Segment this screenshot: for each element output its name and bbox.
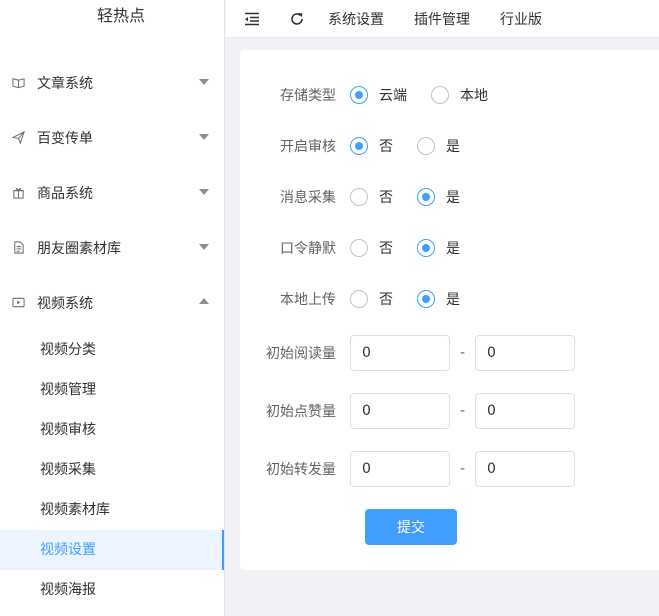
radio-upload-no[interactable]: 否: [350, 289, 393, 309]
collapse-menu-icon[interactable]: [243, 10, 261, 28]
document-icon: [11, 241, 25, 255]
nav-link-industry-edition[interactable]: 行业版: [500, 9, 542, 29]
sidebar-item-label: 视频系统: [37, 295, 93, 312]
radio-collect-yes[interactable]: 是: [417, 187, 460, 207]
nav-link-plugin-manage[interactable]: 插件管理: [414, 9, 470, 29]
sidebar-item-video-system[interactable]: 视频系统: [0, 275, 224, 330]
radio-circle: [350, 290, 368, 308]
chevron-down-icon: [199, 134, 209, 140]
book-icon: [11, 76, 25, 90]
sidebar-subitem-video-manage[interactable]: 视频管理: [0, 370, 224, 410]
sidebar-item-label: 文章系统: [37, 75, 93, 92]
sidebar-subitem-video-collect[interactable]: 视频采集: [0, 450, 224, 490]
form-label: 初始点赞量: [266, 404, 336, 420]
radio-circle: [350, 86, 368, 104]
sidebar-subitem-video-library[interactable]: 视频素材库: [0, 490, 224, 530]
radio-circle: [417, 188, 435, 206]
sidebar-subitem-video-settings[interactable]: 视频设置: [0, 530, 224, 570]
form-row-enable-review: 开启审核 否 是: [240, 136, 460, 156]
refresh-icon[interactable]: [288, 10, 306, 28]
radio-storage-local[interactable]: 本地: [431, 85, 488, 105]
radio-label: 本地: [460, 88, 488, 104]
radio-label: 否: [379, 241, 393, 257]
app-logo: 轻热点: [96, 6, 145, 25]
video-submenu: 视频分类 视频管理 视频审核 视频采集 视频素材库 视频设置 视频海报: [0, 330, 224, 610]
settings-form-card: 存储类型 云端 本地 开启审核 否 是 消息采集 否 是 口令静默 否 是 本地…: [240, 50, 659, 570]
radio-silent-yes[interactable]: 是: [417, 238, 460, 258]
sidebar-item-flyers[interactable]: 百变传单: [0, 110, 224, 165]
sidebar-subitem-video-poster[interactable]: 视频海报: [0, 570, 224, 610]
radio-storage-cloud[interactable]: 云端: [350, 85, 407, 105]
form-row-message-collect: 消息采集 否 是: [240, 187, 460, 207]
sidebar: 轻热点 文章系统 百变传单 商品系统 朋友圈素材库 视频系统 视频分类 视频管理…: [0, 0, 225, 616]
sidebar-subitem-video-review[interactable]: 视频审核: [0, 410, 224, 450]
form-label: 开启审核: [280, 139, 336, 155]
sidebar-subitem-video-category[interactable]: 视频分类: [0, 330, 224, 370]
form-label: 初始转发量: [266, 462, 336, 478]
gift-icon: [11, 186, 25, 200]
sidebar-menu: 文章系统 百变传单 商品系统 朋友圈素材库 视频系统 视频分类 视频管理 视频审…: [0, 55, 224, 610]
sidebar-item-products[interactable]: 商品系统: [0, 165, 224, 220]
range-separator: -: [459, 345, 466, 361]
radio-label: 云端: [379, 88, 407, 104]
submit-button[interactable]: 提交: [365, 509, 457, 545]
radio-circle: [417, 290, 435, 308]
chevron-down-icon: [199, 189, 209, 195]
radio-circle: [350, 137, 368, 155]
form-row-password-silent: 口令静默 否 是: [240, 238, 460, 258]
range-separator: -: [459, 461, 466, 477]
radio-collect-no[interactable]: 否: [350, 187, 393, 207]
sidebar-item-label: 商品系统: [37, 185, 93, 202]
init-like-max-input[interactable]: [475, 393, 575, 429]
init-like-min-input[interactable]: [350, 393, 450, 429]
form-label: 本地上传: [280, 292, 336, 308]
radio-circle: [417, 137, 435, 155]
form-label: 初始阅读量: [266, 346, 336, 362]
form-row-init-like: 初始点赞量 -: [240, 393, 575, 429]
radio-circle: [350, 188, 368, 206]
chevron-down-icon: [199, 79, 209, 85]
radio-circle: [431, 86, 449, 104]
radio-circle: [350, 239, 368, 257]
init-read-max-input[interactable]: [475, 335, 575, 371]
form-label: 口令静默: [280, 241, 336, 257]
video-icon: [11, 296, 25, 310]
form-row-init-read: 初始阅读量 -: [240, 335, 575, 371]
paper-plane-icon: [11, 131, 25, 145]
init-read-min-input[interactable]: [350, 335, 450, 371]
init-share-max-input[interactable]: [475, 451, 575, 487]
radio-upload-yes[interactable]: 是: [417, 289, 460, 309]
init-share-min-input[interactable]: [350, 451, 450, 487]
nav-link-system-settings[interactable]: 系统设置: [328, 9, 384, 29]
form-row-init-share: 初始转发量 -: [240, 451, 575, 487]
radio-review-yes[interactable]: 是: [417, 136, 460, 156]
sidebar-item-moments-library[interactable]: 朋友圈素材库: [0, 220, 224, 275]
radio-label: 否: [379, 139, 393, 155]
radio-silent-no[interactable]: 否: [350, 238, 393, 258]
top-navbar: 系统设置 插件管理 行业版: [226, 0, 659, 38]
radio-label: 是: [446, 139, 460, 155]
radio-circle: [417, 239, 435, 257]
form-label: 存储类型: [280, 88, 336, 104]
radio-label: 是: [446, 292, 460, 308]
radio-label: 是: [446, 241, 460, 257]
chevron-down-icon: [199, 244, 209, 250]
chevron-up-icon: [199, 298, 209, 304]
radio-label: 否: [379, 292, 393, 308]
radio-label: 是: [446, 190, 460, 206]
radio-review-no[interactable]: 否: [350, 136, 393, 156]
form-label: 消息采集: [280, 190, 336, 206]
radio-label: 否: [379, 190, 393, 206]
sidebar-item-label: 朋友圈素材库: [37, 240, 121, 257]
sidebar-item-label: 百变传单: [37, 130, 93, 147]
range-separator: -: [459, 403, 466, 419]
sidebar-item-articles[interactable]: 文章系统: [0, 55, 224, 110]
form-row-local-upload: 本地上传 否 是: [240, 289, 460, 309]
form-row-storage-type: 存储类型 云端 本地: [240, 85, 488, 105]
